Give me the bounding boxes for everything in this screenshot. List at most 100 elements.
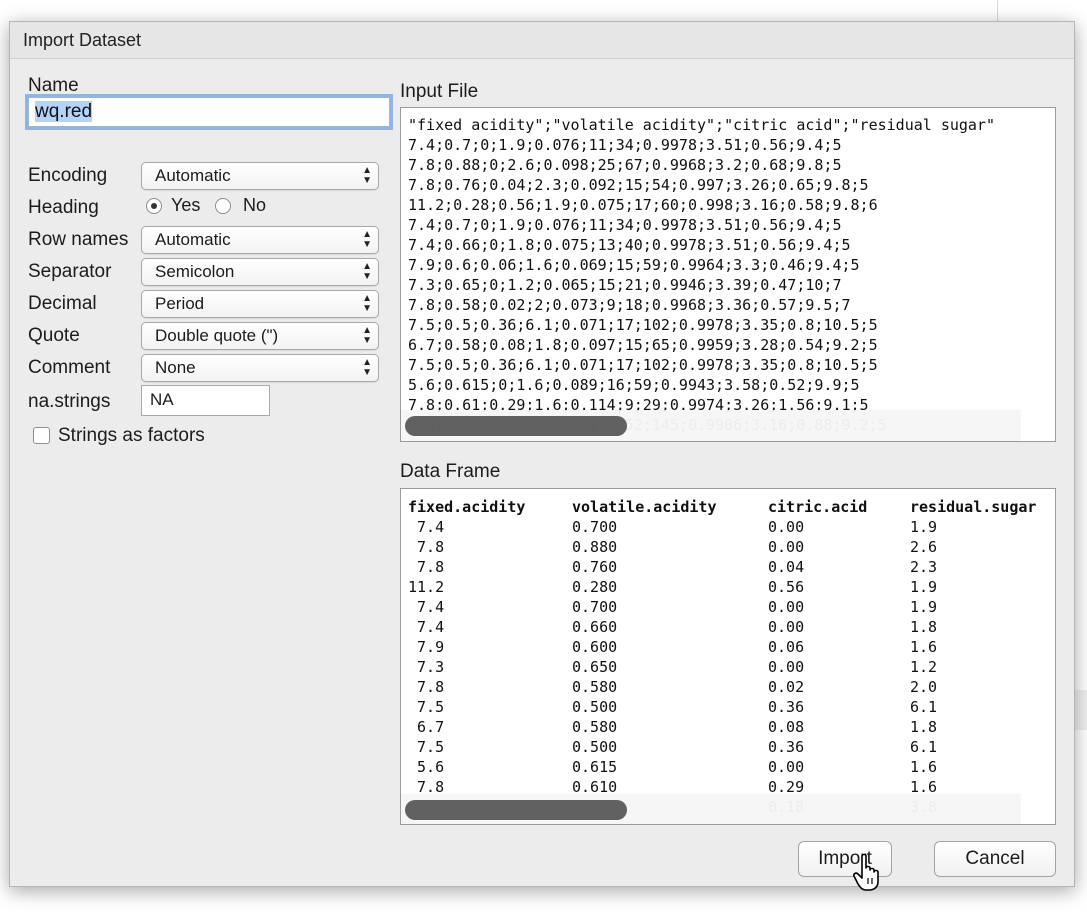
input-file-line: 7.9;0.6;0.06;1.6;0.069;15;59;0.9964;3.3;… <box>408 256 860 274</box>
decimal-label: Decimal <box>28 293 97 314</box>
column-header: citric.acid <box>768 498 868 516</box>
table-cell: 7.4 <box>408 618 445 636</box>
table-cell: 7.4 <box>408 598 445 616</box>
table-cell: 2.0 <box>910 678 938 696</box>
input-file-line: 11.2;0.28;0.56;1.9;0.075;17;60;0.998;3.1… <box>408 196 878 214</box>
data-frame-scroll-track[interactable] <box>401 794 1021 824</box>
select-arrows-icon: ▲ ▼ <box>362 293 372 314</box>
input-file-line: 7.5;0.5;0.36;6.1;0.071;17;102;0.9978;3.3… <box>408 316 878 334</box>
data-frame-label: Data Frame <box>400 461 501 482</box>
strings-as-factors-label[interactable]: Strings as factors <box>58 425 205 447</box>
encoding-value: Automatic <box>155 166 231 185</box>
background-panel <box>1075 690 1087 730</box>
input-file-scroll-track[interactable] <box>401 410 1021 441</box>
table-cell: 7.5 <box>408 698 445 716</box>
name-input-value: wq.red <box>35 101 93 122</box>
table-cell: 6.7 <box>408 718 445 736</box>
input-file-label: Input File <box>400 81 479 102</box>
data-frame-preview[interactable]: fixed.acidity volatile.acidity citric.acid… <box>400 488 1056 825</box>
comment-value: None <box>155 358 196 377</box>
table-cell: 0.00 <box>768 618 805 636</box>
table-cell: 7.8 <box>408 558 445 576</box>
row-names-select[interactable]: Automatic ▲ ▼ <box>141 226 379 254</box>
heading-no-radio[interactable] <box>215 198 231 214</box>
name-input[interactable]: wq.red <box>28 97 390 127</box>
table-cell: 0.650 <box>572 658 618 676</box>
input-file-line: 7.8;0.76;0.04;2.3;0.092;15;54;0.997;3.26… <box>408 176 869 194</box>
table-cell: 1.6 <box>910 638 938 656</box>
table-cell: 1.6 <box>910 758 938 776</box>
input-file-line: 7.4;0.7;0;1.9;0.076;11;34;0.9978;3.51;0.… <box>408 136 842 154</box>
input-file-line: 7.5;0.5;0.36;6.1;0.071;17;102;0.9978;3.3… <box>408 356 878 374</box>
input-file-line: 7.8;0.58;0.02;2;0.073;9;18;0.9968;3.36;0… <box>408 296 851 314</box>
table-cell: 0.580 <box>572 718 618 736</box>
table-cell: 0.700 <box>572 598 618 616</box>
table-cell: 0.00 <box>768 598 805 616</box>
table-cell: 0.06 <box>768 638 805 656</box>
table-cell: 0.760 <box>572 558 618 576</box>
decimal-value: Period <box>155 294 205 313</box>
encoding-select[interactable]: Automatic ▲ ▼ <box>141 162 379 190</box>
column-header: residual.sugar <box>910 498 1037 516</box>
input-file-preview[interactable]: "fixed acidity";"volatile acidity";"citr… <box>400 107 1056 442</box>
heading-label: Heading <box>28 197 99 218</box>
separator-label: Separator <box>28 261 112 282</box>
quote-select[interactable]: Double quote (") ▲ ▼ <box>141 322 379 350</box>
table-cell: 11.2 <box>408 578 445 596</box>
table-cell: 1.9 <box>910 518 938 536</box>
table-cell: 7.8 <box>408 538 445 556</box>
dialog-title: Import Dataset <box>10 22 1074 59</box>
background-divider <box>997 0 998 21</box>
separator-value: Semicolon <box>155 262 235 281</box>
row-names-value: Automatic <box>155 230 231 249</box>
hand-cursor-icon <box>853 853 879 891</box>
import-dataset-dialog: Import Dataset Name wq.red Encoding Auto… <box>9 21 1075 887</box>
data-frame-scrollbar-thumb[interactable] <box>405 800 627 820</box>
comment-select[interactable]: None ▲ ▼ <box>141 354 379 382</box>
input-file-scrollbar-thumb[interactable] <box>405 416 627 436</box>
table-cell: 7.3 <box>408 658 445 676</box>
na-strings-label: na.strings <box>28 391 111 412</box>
table-cell: 0.08 <box>768 718 805 736</box>
input-file-line: 6.7;0.58;0.08;1.8;0.097;15;65;0.9959;3.2… <box>408 336 878 354</box>
input-file-line: 7.8;0.88;0;2.6;0.098;25;67;0.9968;3.2;0.… <box>408 156 842 174</box>
column-header: fixed.acidity <box>408 498 526 516</box>
table-cell: 7.5 <box>408 738 445 756</box>
table-cell: 0.580 <box>572 678 618 696</box>
table-cell: 6.1 <box>910 698 938 716</box>
table-cell: 2.3 <box>910 558 938 576</box>
table-cell: 7.9 <box>408 638 445 656</box>
table-cell: 0.36 <box>768 738 805 756</box>
table-cell: 1.8 <box>910 718 938 736</box>
encoding-label: Encoding <box>28 165 108 186</box>
input-file-line: 7.4;0.7;0;1.9;0.076;11;34;0.9978;3.51;0.… <box>408 216 842 234</box>
table-cell: 0.00 <box>768 758 805 776</box>
heading-yes-radio[interactable] <box>146 198 162 214</box>
quote-value: Double quote (") <box>155 326 279 345</box>
table-cell: 0.880 <box>572 538 618 556</box>
table-cell: 7.4 <box>408 518 445 536</box>
select-arrows-icon: ▲ ▼ <box>362 229 372 250</box>
strings-as-factors-checkbox[interactable] <box>33 427 50 444</box>
table-cell: 0.280 <box>572 578 618 596</box>
table-cell: 0.500 <box>572 738 618 756</box>
separator-select[interactable]: Semicolon ▲ ▼ <box>141 258 379 286</box>
input-file-header-line: "fixed acidity";"volatile acidity";"citr… <box>408 116 995 134</box>
table-cell: 1.8 <box>910 618 938 636</box>
table-cell: 1.9 <box>910 578 938 596</box>
table-cell: 0.700 <box>572 518 618 536</box>
comment-label: Comment <box>28 357 111 378</box>
heading-yes-label[interactable]: Yes <box>171 195 200 216</box>
input-file-line: 7.3;0.65;0;1.2;0.065;15;21;0.9946;3.39;0… <box>408 276 842 294</box>
input-file-line: 7.4;0.66;0;1.8;0.075;13;40;0.9978;3.51;0… <box>408 236 851 254</box>
cancel-button[interactable]: Cancel <box>934 841 1056 877</box>
table-cell: 0.00 <box>768 658 805 676</box>
na-strings-input[interactable]: NA <box>141 385 270 416</box>
table-cell: 0.500 <box>572 698 618 716</box>
select-arrows-icon: ▲ ▼ <box>362 325 372 346</box>
heading-no-label[interactable]: No <box>243 195 266 216</box>
select-arrows-icon: ▲ ▼ <box>362 261 372 282</box>
table-cell: 0.00 <box>768 538 805 556</box>
table-cell: 0.02 <box>768 678 805 696</box>
decimal-select[interactable]: Period ▲ ▼ <box>141 290 379 318</box>
